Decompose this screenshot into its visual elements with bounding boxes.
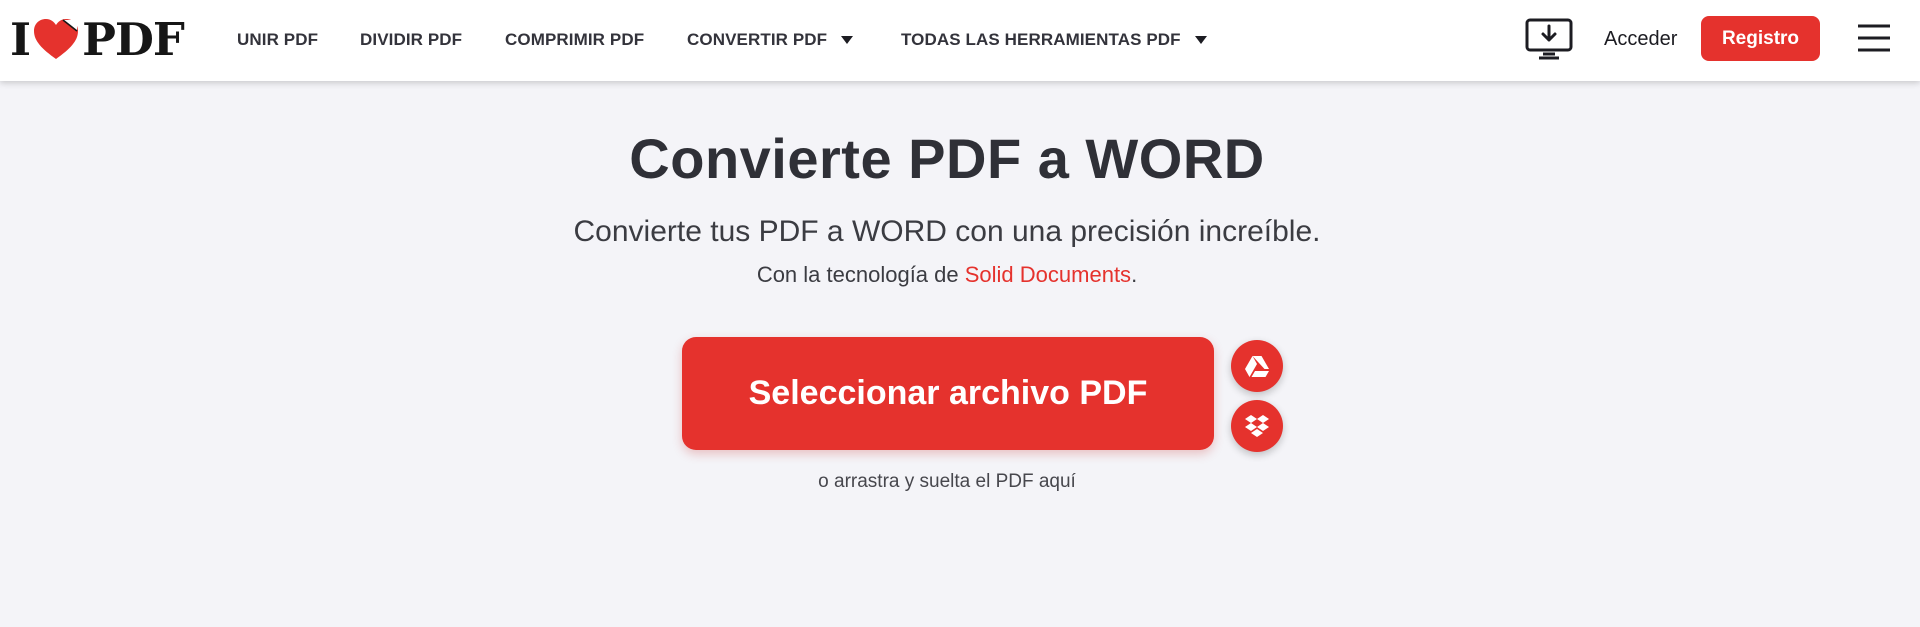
ilovepdf-logo[interactable]: I PDF <box>10 12 185 66</box>
signup-button[interactable]: Registro <box>1701 16 1820 61</box>
nav-label: DIVIDIR PDF <box>360 30 463 49</box>
caret-down-icon <box>1194 36 1207 44</box>
nav-label: COMPRIMIR PDF <box>505 30 645 49</box>
nav-label: UNIR PDF <box>237 30 319 49</box>
google-drive-button[interactable] <box>1231 340 1283 392</box>
login-link[interactable]: Acceder <box>1604 26 1677 52</box>
nav-label: TODAS LAS HERRAMIENTAS PDF <box>901 30 1181 49</box>
dropbox-button[interactable] <box>1231 400 1283 452</box>
google-drive-icon <box>1245 356 1269 377</box>
heart-icon <box>34 19 79 59</box>
hamburger-menu-icon[interactable] <box>1857 24 1891 52</box>
page-title: Convierte PDF a WORD <box>629 127 1265 190</box>
logo-text-pdf: PDF <box>82 12 185 66</box>
nav-label: CONVERTIR PDF <box>687 30 828 49</box>
technology-credit: Con la tecnología de Solid Documents. <box>0 262 1894 288</box>
desktop-download-icon[interactable] <box>1525 18 1573 60</box>
technology-prefix: Con la tecnología de <box>756 262 965 287</box>
caret-down-icon <box>841 36 854 44</box>
select-pdf-button[interactable]: Seleccionar archivo PDF <box>682 337 1214 450</box>
nav-comprimir-pdf[interactable]: COMPRIMIR PDF <box>505 28 644 52</box>
nav-dividir-pdf[interactable]: DIVIDIR PDF <box>360 28 462 52</box>
technology-suffix: . <box>1131 262 1138 287</box>
solid-documents-link[interactable]: Solid Documents <box>965 262 1131 287</box>
logo-letter-i: I <box>10 12 31 66</box>
nav-convertir-pdf[interactable]: CONVERTIR PDF <box>687 28 854 52</box>
top-navbar: I PDF UNIR PDF DIVIDIR PDF COMPRIMIR PDF… <box>0 0 1920 81</box>
page-subtitle: Convierte tus PDF a WORD con una precisi… <box>573 215 1321 248</box>
nav-unir-pdf[interactable]: UNIR PDF <box>237 28 318 52</box>
drag-drop-hint: o arrastra y suelta el PDF aquí <box>818 471 1076 492</box>
dropbox-icon <box>1245 415 1269 437</box>
nav-todas-herramientas[interactable]: TODAS LAS HERRAMIENTAS PDF <box>901 28 1207 52</box>
